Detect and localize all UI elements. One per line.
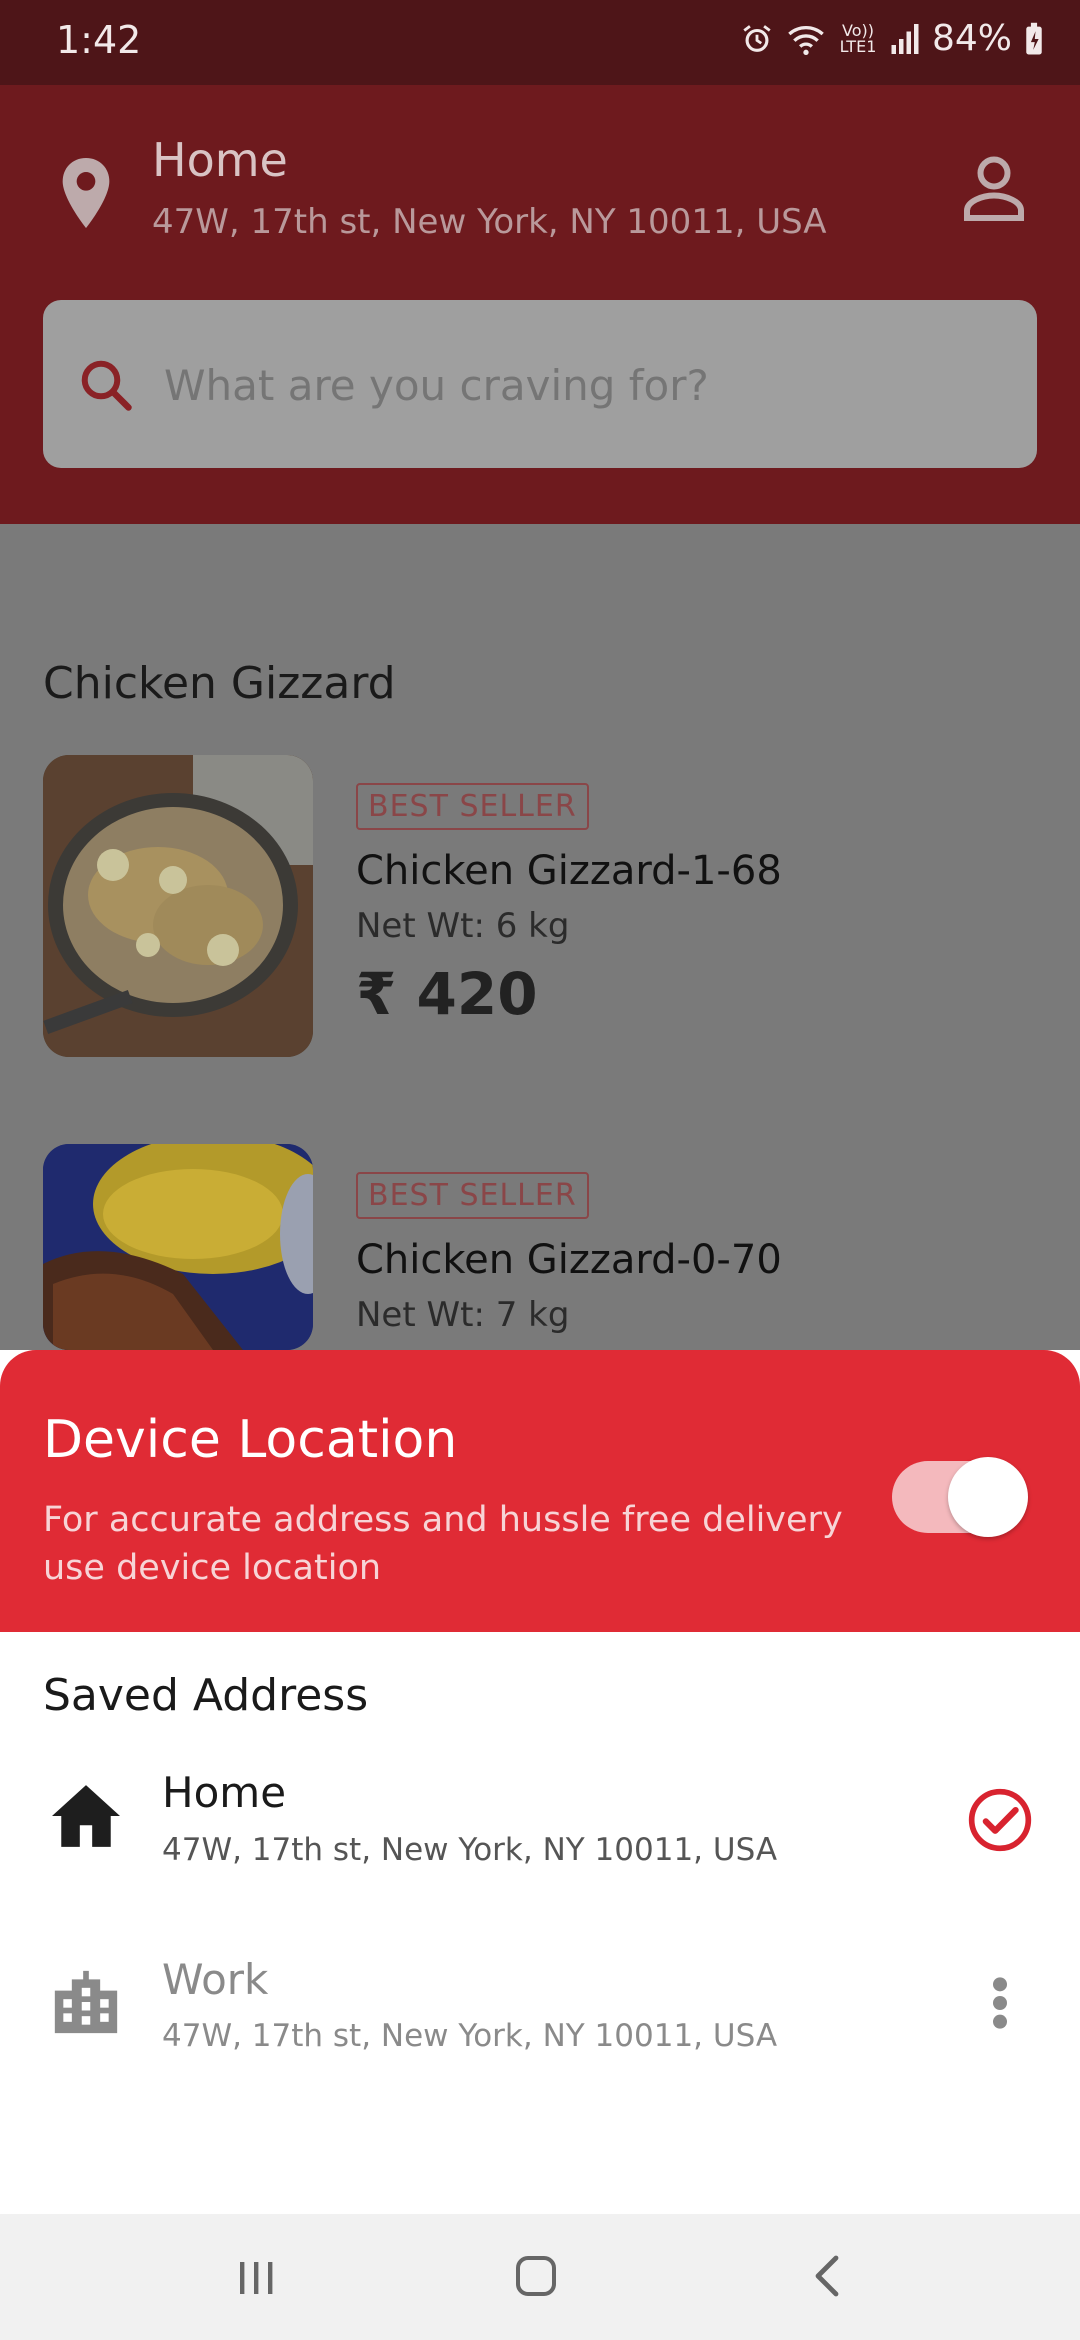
home-icon [52,1785,120,1847]
status-icons: Vo)) LTE1 84% [740,18,1044,59]
delivery-location-title[interactable]: Home [152,133,288,187]
saved-address-title: Saved Address [43,1670,369,1721]
address-label-work[interactable]: Work [162,1955,268,2004]
back-icon[interactable] [808,2254,848,2298]
device-location-toggle[interactable] [892,1455,1028,1539]
battery-percent: 84% [931,18,1012,59]
product-image[interactable] [43,755,313,1057]
search-input[interactable] [162,360,986,411]
product-name[interactable]: Chicken Gizzard-0-70 [356,1237,782,1283]
product-price: ₹ 420 [356,960,538,1028]
more-options-icon[interactable] [990,1975,1010,2031]
address-label-home[interactable]: Home [162,1768,286,1817]
product-name[interactable]: Chicken Gizzard-1-68 [356,848,782,894]
alarm-icon [743,24,771,52]
check-circle-icon[interactable] [966,1786,1034,1854]
home-nav-icon[interactable] [514,2254,558,2298]
network-type-label: Vo)) LTE1 [839,20,877,56]
address-text-work[interactable]: 47W, 17th st, New York, NY 10011, USA [162,2018,777,2054]
building-icon [54,1970,118,2034]
wifi-icon [788,25,824,55]
toggle-knob [948,1457,1028,1537]
recents-icon[interactable] [236,2258,276,2298]
battery-charging-icon [1026,22,1042,54]
section-title: Chicken Gizzard [43,658,396,709]
status-time: 1:42 [56,18,142,62]
search-icon [81,360,132,411]
signal-icon [891,23,919,54]
device-location-title: Device Location [43,1410,458,1470]
product-image[interactable] [43,1144,313,1350]
delivery-location-address[interactable]: 47W, 17th st, New York, NY 10011, USA [152,202,827,242]
best-seller-badge: BEST SELLER [356,783,589,830]
best-seller-badge: BEST SELLER [356,1172,589,1219]
product-weight: Net Wt: 6 kg [356,906,570,946]
device-location-description: For accurate address and hussle free del… [43,1500,843,1588]
location-pin-icon[interactable] [58,155,114,231]
product-weight: Net Wt: 7 kg [356,1295,570,1335]
address-text-home[interactable]: 47W, 17th st, New York, NY 10011, USA [162,1832,777,1868]
account-icon[interactable] [958,152,1030,224]
